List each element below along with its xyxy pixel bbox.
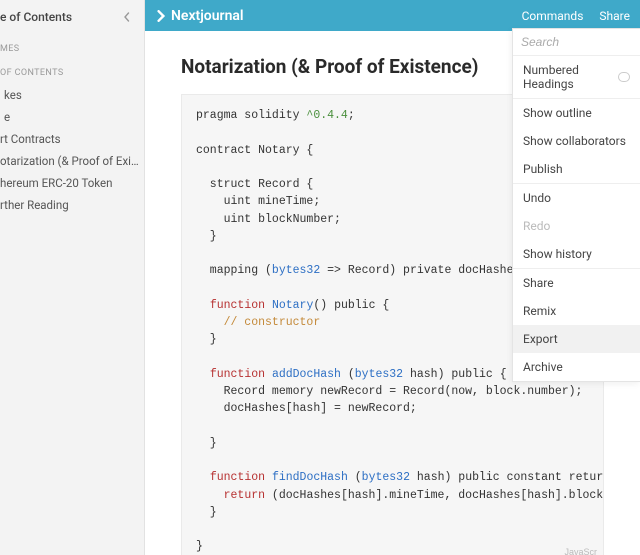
menu-item-share[interactable]: Share [513, 269, 640, 297]
code-text: // constructor [196, 316, 320, 329]
code-text: ( [348, 471, 362, 484]
code-text: struct Record { [196, 178, 313, 191]
code-text: } [196, 437, 217, 450]
code-text: uint blockNumber; [196, 213, 341, 226]
menu-item-show-collaborators[interactable]: Show collaborators [513, 127, 640, 155]
collapse-sidebar-icon[interactable] [118, 8, 136, 26]
code-text: ^0.4.4 [306, 109, 347, 122]
menu-item-label: Share [523, 276, 554, 290]
toggle-icon[interactable] [618, 72, 630, 82]
code-text: pragma solidity [196, 109, 306, 122]
menu-item-label: Show history [523, 247, 592, 261]
menu-item-label: Show outline [523, 106, 592, 120]
sidebar: e of Contents MES OF CONTENTS kes e rt C… [0, 0, 145, 555]
code-language-label: JavaScr [564, 546, 597, 555]
toc-item[interactable]: rther Reading [0, 194, 144, 216]
share-link[interactable]: Share [599, 9, 630, 23]
code-text: bytes32 [272, 264, 320, 277]
code-text: hash) public constant returns(uint, uint… [410, 471, 604, 484]
menu-item-publish[interactable]: Publish [513, 155, 640, 183]
code-text: () public { [313, 299, 389, 312]
menu-item-label: Numbered Headings [523, 63, 618, 91]
code-text: addDocHash [272, 368, 341, 381]
code-text: mapping ( [196, 264, 272, 277]
code-text: function [210, 299, 265, 312]
code-text: findDocHash [272, 471, 348, 484]
commands-menu: Numbered Headings Show outline Show coll… [512, 28, 640, 382]
menu-item-label: Redo [523, 219, 550, 233]
code-text: contract Notary { [196, 144, 313, 157]
code-text: Notary [272, 299, 313, 312]
code-text: } [196, 230, 217, 243]
sidebar-section-toc: OF CONTENTS [0, 60, 144, 84]
toc-item[interactable]: otarization (& Proof of Existenc… [0, 150, 144, 172]
code-text: (docHashes[hash].mineTime, docHashes[has… [265, 489, 604, 502]
sidebar-section-mes: MES [0, 36, 144, 60]
menu-item-label: Publish [523, 162, 563, 176]
code-text: hash) public { [403, 368, 507, 381]
brand-label: Nextjournal [171, 8, 244, 24]
menu-item-show-history[interactable]: Show history [513, 240, 640, 268]
toc-item[interactable]: kes [0, 84, 144, 106]
menu-item-label: Undo [523, 191, 551, 205]
code-text: => Record) private docHashes; [320, 264, 527, 277]
code-text: } [196, 333, 217, 346]
menu-item-undo[interactable]: Undo [513, 184, 640, 212]
topbar: Nextjournal Commands Share [145, 0, 640, 31]
code-text: } [196, 540, 203, 553]
toc-item[interactable]: rt Contracts [0, 128, 144, 150]
menu-item-label: Remix [523, 304, 556, 318]
menu-item-show-outline[interactable]: Show outline [513, 99, 640, 127]
code-text: function [210, 368, 265, 381]
code-text: bytes32 [355, 368, 403, 381]
menu-item-export[interactable]: Export [513, 325, 640, 353]
menu-item-label: Show collaborators [523, 134, 626, 148]
toc-item[interactable]: e [0, 106, 144, 128]
code-text: docHashes[hash] = newRecord; [196, 402, 417, 415]
menu-search-input[interactable] [513, 29, 640, 56]
code-text: uint mineTime; [196, 195, 320, 208]
menu-item-numbered-headings[interactable]: Numbered Headings [513, 56, 640, 98]
code-text: ( [341, 368, 355, 381]
menu-item-archive[interactable]: Archive [513, 353, 640, 381]
code-text: return [224, 489, 265, 502]
code-text: bytes32 [362, 471, 410, 484]
toc-item[interactable]: hereum ERC-20 Token [0, 172, 144, 194]
code-text: } [196, 506, 217, 519]
code-text: function [210, 471, 265, 484]
code-text: Record memory newRecord = Record(now, bl… [196, 385, 582, 398]
menu-item-label: Export [523, 332, 558, 346]
menu-item-remix[interactable]: Remix [513, 297, 640, 325]
sidebar-title: e of Contents [0, 10, 72, 24]
menu-item-label: Archive [523, 360, 563, 374]
commands-link[interactable]: Commands [522, 9, 584, 23]
menu-item-redo: Redo [513, 212, 640, 240]
brand[interactable]: Nextjournal [155, 8, 244, 24]
